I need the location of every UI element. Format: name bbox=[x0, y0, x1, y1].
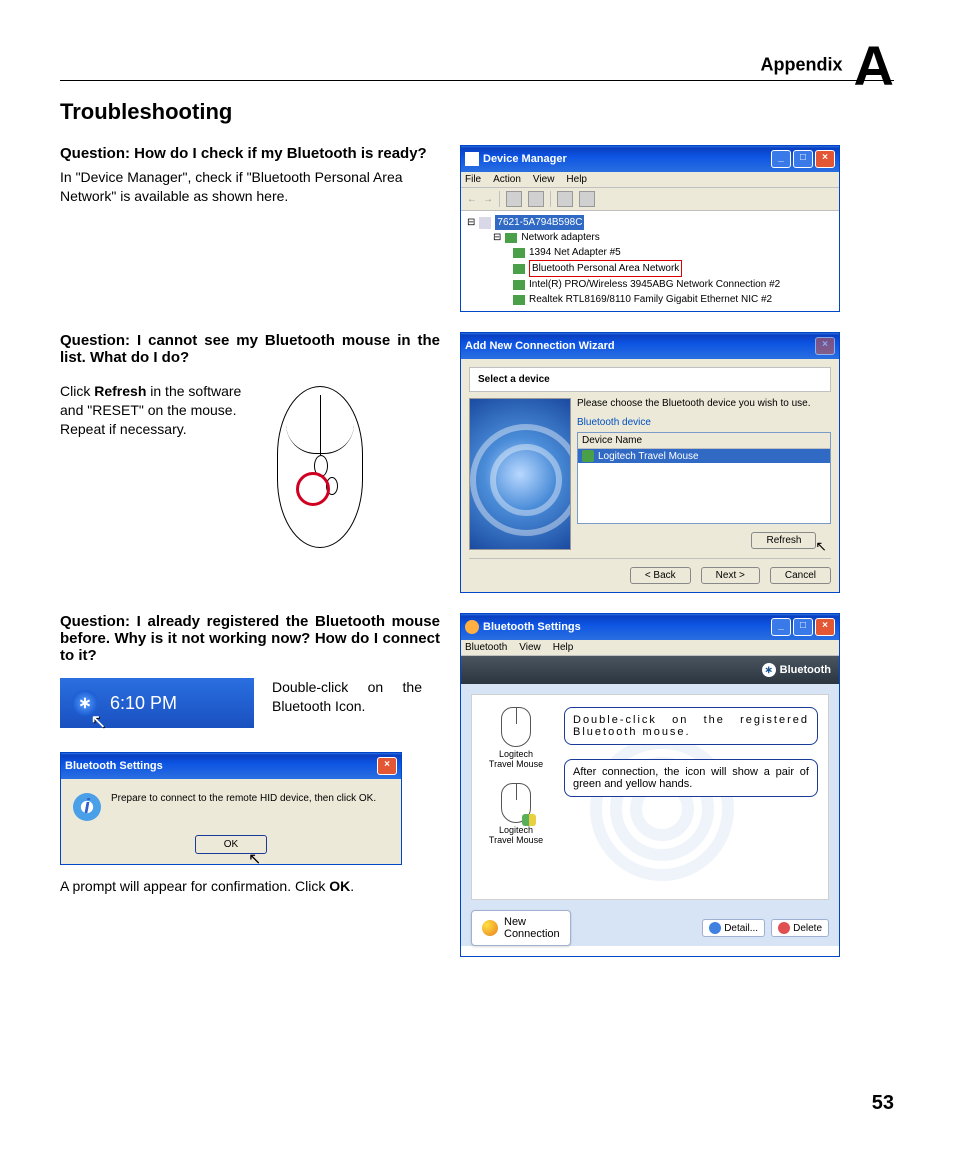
tree-root[interactable]: ⊟ 7621-5A794B598C bbox=[465, 215, 835, 230]
wizard-instruction: Please choose the Bluetooth device you w… bbox=[577, 398, 831, 409]
close-button[interactable]: × bbox=[815, 150, 835, 168]
device-row-selected[interactable]: Logitech Travel Mouse bbox=[578, 449, 830, 463]
mouse-icon bbox=[501, 783, 531, 823]
toolbar-icon[interactable] bbox=[557, 191, 573, 207]
refresh-button[interactable]: Refresh bbox=[751, 532, 816, 549]
device-list-header: Device Name bbox=[578, 433, 830, 449]
device-manager-window: Device Manager _ □ × File Action View He… bbox=[460, 145, 840, 312]
toolbar-icon[interactable] bbox=[506, 191, 522, 207]
cursor-icon: ↖ bbox=[90, 709, 107, 734]
bluetooth-settings-window: Bluetooth Settings _ □ × Bluetooth View … bbox=[460, 613, 840, 957]
next-button[interactable]: Next > bbox=[701, 567, 760, 584]
maximize-button[interactable]: □ bbox=[793, 150, 813, 168]
maximize-button[interactable]: □ bbox=[793, 618, 813, 636]
registered-device[interactable]: Logitech Travel Mouse bbox=[482, 707, 550, 769]
adapter-icon bbox=[513, 280, 525, 290]
delete-small-icon bbox=[778, 922, 790, 934]
wizard-title: Add New Connection Wizard bbox=[465, 340, 615, 352]
dialog-title: Bluetooth Settings bbox=[65, 760, 163, 772]
bluetooth-settings-dialog: Bluetooth Settings × i Prepare to connec… bbox=[60, 752, 402, 865]
tree-item[interactable]: Intel(R) PRO/Wireless 3945ABG Network Co… bbox=[465, 277, 835, 292]
wizard-subtitle: Select a device bbox=[469, 367, 831, 392]
tree-item[interactable]: 1394 Net Adapter #5 bbox=[465, 245, 835, 260]
menu-view[interactable]: View bbox=[519, 642, 541, 653]
detail-button[interactable]: Detail... bbox=[702, 919, 765, 937]
close-button[interactable]: × bbox=[815, 618, 835, 636]
bluetooth-glyph-icon: ∗ bbox=[762, 663, 776, 677]
toolbar-icon[interactable] bbox=[528, 191, 544, 207]
bts-window-icon bbox=[465, 620, 479, 634]
appendix-header: Appendix A bbox=[761, 33, 894, 98]
bts-brand-banner: ∗ Bluetooth bbox=[461, 656, 839, 684]
device-list[interactable]: Device Name Logitech Travel Mouse bbox=[577, 432, 831, 524]
cancel-button[interactable]: Cancel bbox=[770, 567, 831, 584]
close-button[interactable]: × bbox=[815, 337, 835, 355]
tree-group-label: Network adapters bbox=[521, 230, 599, 245]
tree-group[interactable]: ⊟ Network adapters bbox=[465, 230, 835, 245]
wizard-group-label: Bluetooth device bbox=[577, 417, 831, 428]
q1-question: Question: How do I check if my Bluetooth… bbox=[60, 145, 440, 162]
mouse-diagram bbox=[274, 382, 364, 552]
new-connection-button[interactable]: New Connection bbox=[471, 910, 571, 946]
registered-device-connected[interactable]: Logitech Travel Mouse bbox=[482, 783, 550, 845]
adapter-icon bbox=[513, 264, 525, 274]
highlighted-adapter: Bluetooth Personal Area Network bbox=[529, 260, 682, 277]
q3-step1: Double-click on the Bluetooth Icon. bbox=[272, 678, 422, 716]
mouse-device-icon bbox=[582, 450, 594, 462]
q1-answer: In "Device Manager", check if "Bluetooth… bbox=[60, 168, 440, 206]
appendix-letter: A bbox=[854, 34, 894, 97]
reset-button-highlight bbox=[296, 472, 330, 506]
adapter-icon bbox=[513, 248, 525, 258]
tree-root-label: 7621-5A794B598C bbox=[495, 215, 584, 230]
q2-question: Question: I cannot see my Bluetooth mous… bbox=[60, 332, 440, 366]
menu-help[interactable]: Help bbox=[553, 642, 574, 653]
adapter-group-icon bbox=[505, 233, 517, 243]
toolbar-icon[interactable] bbox=[579, 191, 595, 207]
menu-file[interactable]: File bbox=[465, 174, 481, 185]
menu-bluetooth[interactable]: Bluetooth bbox=[465, 642, 507, 653]
dm-title: Device Manager bbox=[483, 153, 567, 165]
adapter-icon bbox=[513, 295, 525, 305]
tree-item-highlighted[interactable]: Bluetooth Personal Area Network bbox=[465, 260, 835, 277]
q2-answer: Click Refresh in the software and "RESET… bbox=[60, 382, 260, 552]
cursor-icon: ↖ bbox=[248, 849, 261, 869]
dm-menubar: File Action View Help bbox=[461, 172, 839, 188]
callout-note-1: Double-click on the registered Bluetooth… bbox=[564, 707, 818, 745]
new-connection-icon bbox=[482, 920, 498, 936]
system-tray[interactable]: ∗ 6:10 PM ↖ bbox=[60, 678, 254, 728]
connection-wizard-window: Add New Connection Wizard × Select a dev… bbox=[460, 332, 840, 593]
info-small-icon bbox=[709, 922, 721, 934]
minimize-button[interactable]: _ bbox=[771, 150, 791, 168]
close-button[interactable]: × bbox=[377, 757, 397, 775]
tree-item[interactable]: Realtek RTL8169/8110 Family Gigabit Ethe… bbox=[465, 292, 835, 307]
delete-button[interactable]: Delete bbox=[771, 919, 829, 937]
q3-caption: A prompt will appear for confirmation. C… bbox=[60, 877, 440, 896]
page-number: 53 bbox=[872, 1092, 894, 1115]
mouse-icon bbox=[501, 707, 531, 747]
dm-window-icon bbox=[465, 152, 479, 166]
dm-titlebar: Device Manager _ □ × bbox=[461, 146, 839, 172]
menu-help[interactable]: Help bbox=[566, 174, 587, 185]
wizard-side-image bbox=[469, 398, 571, 550]
callout-note-2: After connection, the icon will show a p… bbox=[564, 759, 818, 797]
tray-clock: 6:10 PM bbox=[110, 693, 177, 714]
hands-badge-icon bbox=[522, 814, 536, 826]
q3-question: Question: I already registered the Bluet… bbox=[60, 613, 440, 664]
appendix-word: Appendix bbox=[761, 54, 843, 74]
menu-action[interactable]: Action bbox=[493, 174, 521, 185]
info-icon: i bbox=[73, 793, 101, 821]
back-button[interactable]: < Back bbox=[630, 567, 691, 584]
menu-view[interactable]: View bbox=[533, 174, 555, 185]
bts-title: Bluetooth Settings bbox=[483, 621, 581, 633]
minimize-button[interactable]: _ bbox=[771, 618, 791, 636]
dm-toolbar: ← → bbox=[461, 188, 839, 211]
dialog-message: Prepare to connect to the remote HID dev… bbox=[111, 793, 376, 804]
section-title: Troubleshooting bbox=[60, 99, 894, 125]
cursor-icon: ↖ bbox=[815, 538, 827, 554]
